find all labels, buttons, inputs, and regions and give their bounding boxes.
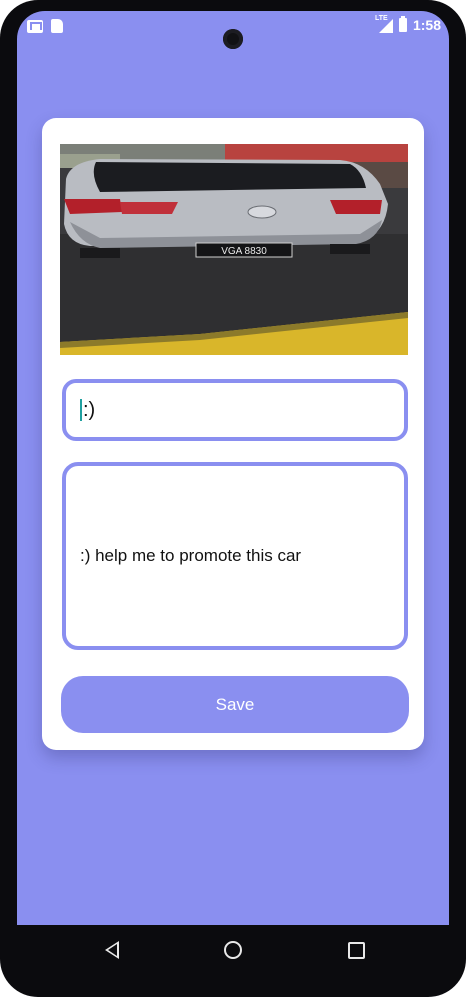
license-plate-text: VGA 8830	[221, 246, 267, 257]
home-icon[interactable]	[224, 941, 242, 959]
sd-card-icon	[51, 19, 63, 33]
status-time: 1:58	[412, 17, 441, 33]
car-photo[interactable]: VGA 8830	[60, 144, 408, 355]
car-photo-image: VGA 8830	[60, 144, 408, 355]
notification-icons	[27, 19, 63, 33]
text-cursor	[80, 399, 82, 421]
battery-icon	[398, 16, 407, 32]
status-bar: LTE 1:58	[17, 11, 449, 49]
recents-icon[interactable]	[348, 942, 365, 959]
lte-signal-icon: LTE	[375, 15, 393, 33]
post-card: VGA 8830 :) :) help me to promote this c…	[42, 118, 424, 750]
save-button[interactable]: Save	[61, 676, 409, 733]
description-field[interactable]: :) help me to promote this car	[62, 462, 408, 650]
front-camera	[223, 29, 243, 49]
app-screen: LTE 1:58 VGA 8830:):) help me to promo…	[17, 11, 449, 925]
description-field-value: :) help me to promote this car	[80, 546, 302, 565]
phone-frame: LTE 1:58 VGA 8830:):) help me to promo…	[0, 0, 466, 997]
navigation-bar	[17, 925, 449, 975]
title-field-value: :)	[83, 398, 96, 421]
save-button-label: Save	[215, 694, 255, 714]
back-icon[interactable]	[105, 941, 119, 959]
system-status: LTE 1:58	[375, 15, 441, 33]
gmail-icon	[27, 19, 43, 33]
title-field[interactable]: :)	[62, 379, 408, 441]
